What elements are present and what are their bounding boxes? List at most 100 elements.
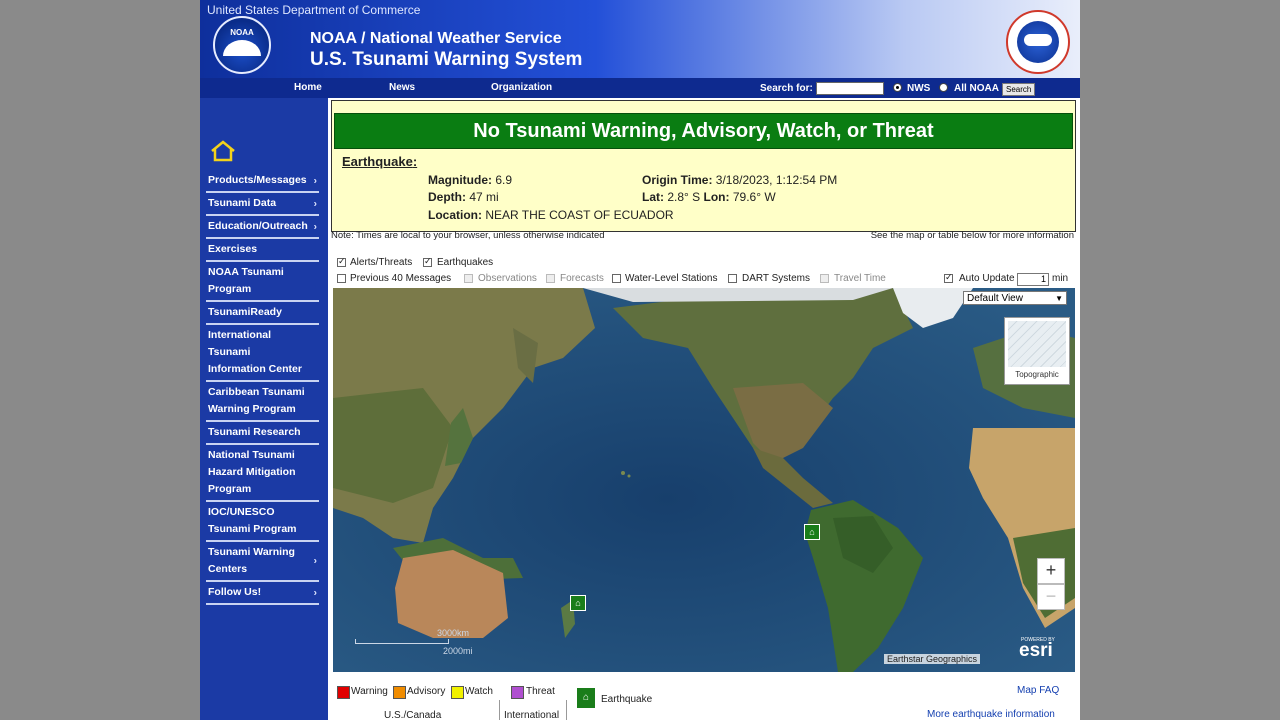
noaa-logo-icon[interactable]: NOAA [213,16,271,74]
sidebar-item-noaa-program[interactable]: NOAA Tsunami Program [206,262,319,302]
sidebar-item-education[interactable]: Education/Outreach › [206,216,319,239]
scale-bar [355,639,449,644]
radio-nws[interactable] [893,83,902,92]
lat-value: 2.8° S [667,190,701,204]
magnitude-value: 6.9 [495,173,513,187]
more-earthquake-info-link[interactable]: More earthquake information [927,709,1055,720]
origin-time-label: Origin Time: [642,173,713,187]
auto-update-label: Auto Update [959,273,1015,284]
sidebar-item-label: Caribbean Tsunami Warning Program [208,386,305,415]
earthquakes-checkbox[interactable] [423,256,432,267]
tsunami-earthquake-icon[interactable]: ⌂ [570,595,586,611]
observations-checkbox[interactable] [464,274,473,283]
sidebar-item-label: Exercises [208,243,258,255]
sidebar-item-label: Follow Us! [208,586,262,598]
nws-cloud-shape [1024,34,1052,46]
legend-threat-swatch [511,686,524,699]
magnitude-row: Magnitude: 6.9 [428,173,512,187]
sidebar-item-label: IOC/UNESCO Tsunami Program [208,506,297,535]
sidebar-item-research[interactable]: Tsunami Research [206,422,319,445]
sidebar-item-nthmp[interactable]: National Tsunami Hazard Mitigation Progr… [206,445,319,502]
map-faq-link[interactable]: Map FAQ [1017,685,1059,696]
lat-lon-row: Lat: 2.8° S Lon: 79.6° W [642,190,776,204]
sidebar-item-ioc-unesco[interactable]: IOC/UNESCO Tsunami Program [206,502,319,542]
search-input[interactable] [816,82,884,95]
sidebar-item-label: TsunamiReady [208,306,282,318]
sidebar-item-itic[interactable]: International Tsunami Information Center [206,325,319,382]
chevron-right-icon: › [313,175,317,186]
auto-update-checkbox[interactable] [944,272,953,283]
tsunami-earthquake-icon[interactable]: ⌂ [804,524,820,540]
radio-all-noaa-label: All NOAA [954,83,999,94]
radio-all-noaa[interactable] [939,83,948,92]
search-label: Search for: [760,83,813,94]
nav-home-link[interactable]: Home [294,82,322,93]
sidebar-item-caribbean[interactable]: Caribbean Tsunami Warning Program [206,382,319,422]
forecasts-label: Forecasts [560,273,604,284]
chevron-right-icon: › [313,221,317,232]
top-nav: Home News Organization Search for: NWS A… [200,78,1080,98]
earthquake-heading: Earthquake: [342,154,418,169]
sidebar-item-tsunamiready[interactable]: TsunamiReady [206,302,319,325]
auto-update-input[interactable]: 1 [1017,273,1049,286]
alerts-threats-label: Alerts/Threats [350,257,413,268]
depth-value: 47 mi [469,190,499,204]
search-button[interactable]: Search [1002,83,1036,96]
nav-news-link[interactable]: News [389,82,415,93]
site-header: United States Department of Commerce NOA… [200,0,1080,78]
origin-time-value: 3/18/2023, 1:12:54 PM [715,173,838,187]
legend-earthquake-icon: ⌂ [577,688,595,708]
sidebar-item-label: NOAA Tsunami Program [208,266,284,295]
auto-update-unit: min [1052,273,1069,284]
esri-logo: esri [1019,640,1053,661]
basemap-toggle[interactable]: Topographic [1004,317,1070,385]
view-select[interactable]: Default View ▼ [963,291,1067,305]
legend-earthquake-label: Earthquake [601,694,653,705]
sidebar-item-label: Tsunami Data [208,197,277,209]
map-table-note: See the map or table below for more info… [870,230,1074,241]
home-icon[interactable] [210,140,236,162]
sidebar-item-warning-centers[interactable]: Tsunami Warning Centers › [206,542,319,582]
sidebar-item-tsunami-data[interactable]: Tsunami Data › [206,193,319,216]
tsunami-map[interactable]: Default View ▼ Topographic + − ⌂ ⌂ 3000km… [333,288,1075,672]
travel-time-checkbox[interactable] [820,274,829,283]
legend-separator [566,700,567,720]
chevron-right-icon: › [313,587,317,598]
zoom-out-button[interactable]: − [1037,584,1065,610]
legend-watch-swatch [451,686,464,699]
sidebar-item-products[interactable]: Products/Messages › [206,170,319,193]
lon-label: Lon: [703,190,730,204]
alerts-threats-checkbox[interactable] [337,256,346,267]
sidebar-item-label: Education/Outreach [208,220,308,232]
time-note: Note: Times are local to your browser, u… [331,230,605,241]
radio-nws-label: NWS [907,83,931,94]
sidebar-item-exercises[interactable]: Exercises [206,239,319,262]
nws-logo-icon[interactable] [1006,10,1070,74]
previous-messages-label: Previous 40 Messages [350,273,452,284]
scale-km: 3000km [437,628,470,638]
sidebar-item-label: Products/Messages [208,174,307,186]
previous-messages-checkbox[interactable] [337,274,346,283]
sidebar-item-follow-us[interactable]: Follow Us! › [206,582,319,605]
water-level-checkbox[interactable] [612,274,621,283]
sidebar-item-label: Tsunami Research [208,426,301,438]
dart-checkbox[interactable] [728,274,737,283]
legend-international: International [504,710,560,720]
water-level-label: Water-Level Stations [625,273,718,284]
legend-separator [499,700,500,720]
sidebar-item-label: National Tsunami Hazard Mitigation Progr… [208,449,296,495]
legend-warning-label: Warning [351,686,388,697]
location-row: Location: NEAR THE COAST OF ECUADOR [428,208,674,222]
earthquake-heading-text: Earthquake [342,154,413,169]
dart-label: DART Systems [742,273,810,284]
alert-banner: No Tsunami Warning, Advisory, Watch, or … [334,113,1073,149]
basemap-label: Topographic [1015,370,1059,379]
map-basemap [333,288,1075,672]
sidebar: Products/Messages › Tsunami Data › Educati… [200,98,328,720]
chevron-right-icon: › [313,198,317,209]
page: United States Department of Commerce NOA… [200,0,1080,720]
zoom-in-button[interactable]: + [1037,558,1065,584]
forecasts-checkbox[interactable] [546,274,555,283]
nav-organization-link[interactable]: Organization [491,82,552,93]
department-name: United States Department of Commerce [207,3,421,17]
